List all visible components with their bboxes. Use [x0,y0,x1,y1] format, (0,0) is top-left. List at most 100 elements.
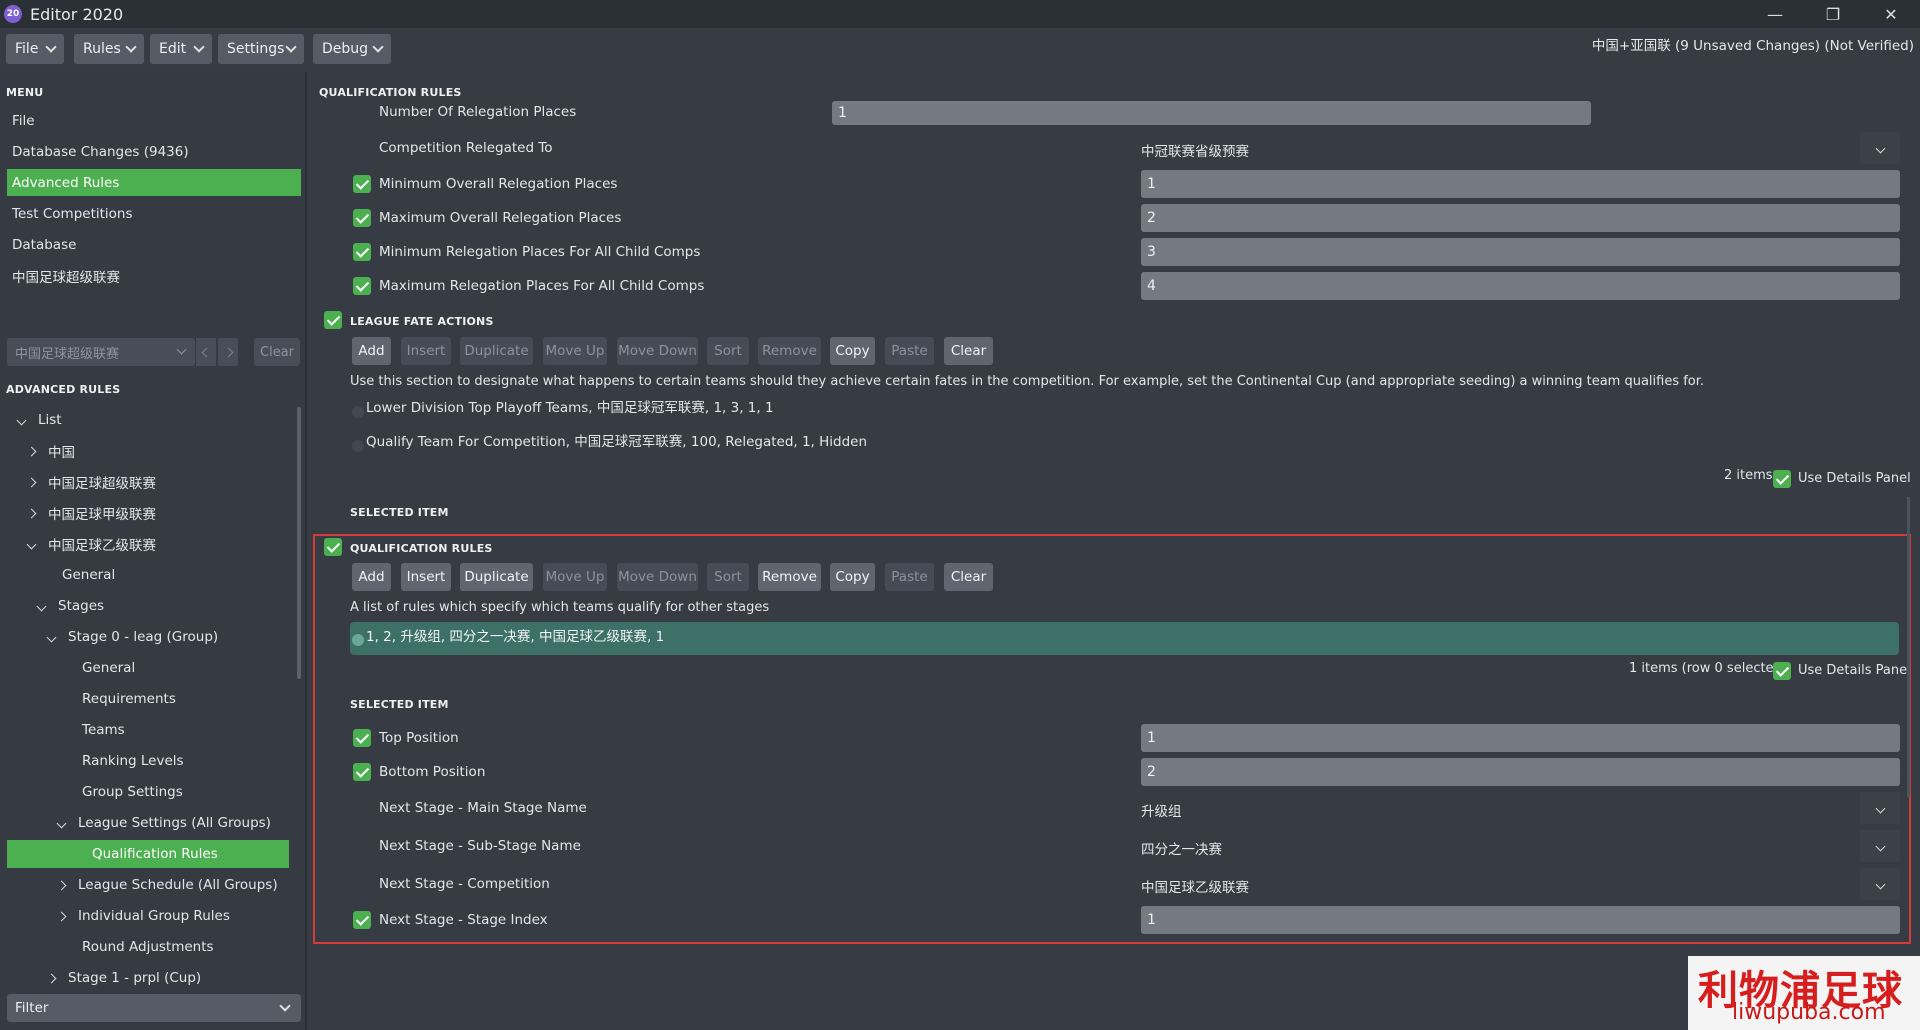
fate-duplicate-button[interactable]: Duplicate [460,337,533,365]
tree-item-list[interactable]: List [14,406,62,434]
fate-sort-button[interactable]: Sort [707,337,749,365]
tree-item-league-settings[interactable]: League Settings (All Groups) [54,809,271,837]
menu-debug[interactable]: Debug [313,34,391,64]
fate-clear-button[interactable]: Clear [944,337,993,365]
min-child-field[interactable]: 3 [1141,238,1900,266]
max-child-field[interactable]: 4 [1141,272,1900,300]
tree-item-stage-1[interactable]: Stage 1 - prpl (Cup) [44,964,201,992]
max-child-label: Maximum Relegation Places For All Child … [379,278,705,294]
fate-copy-button[interactable]: Copy [830,337,875,365]
qual-item-radio[interactable] [352,634,364,646]
tree-label: Ranking Levels [82,753,184,769]
chevron-right-icon [26,477,36,487]
tree-item-stage-0[interactable]: Stage 0 - leag (Group) [44,623,218,651]
fate-insert-button[interactable]: Insert [401,337,451,365]
tree-item-league-schedule[interactable]: League Schedule (All Groups) [54,871,278,899]
close-button[interactable]: ✕ [1862,0,1920,28]
chevron-down-icon [45,41,57,53]
qual-move-up-button[interactable]: Move Up [543,563,607,591]
chevron-right-icon [26,508,36,518]
tree-label: Qualification Rules [92,846,218,862]
chevron-down-icon [125,41,137,53]
tree-item-qualification-rules[interactable]: Qualification Rules [7,840,289,868]
fate-move-up-button[interactable]: Move Up [543,337,607,365]
qual-list-item-selected[interactable]: 1, 2, 升级组, 四分之一决赛, 中国足球乙级联赛, 1 [350,622,1899,655]
chevron-down-icon [372,41,384,53]
min-overall-checkbox[interactable] [353,175,371,193]
competition-selector[interactable]: 中国足球超级联赛 [7,338,195,366]
minimize-button[interactable]: — [1746,0,1804,28]
sidebar-item-database-changes[interactable]: Database Changes (9436) [7,138,301,165]
fate-item-radio[interactable] [352,406,364,418]
stage-index-field[interactable]: 1 [1141,906,1900,934]
qualification-rules-checkbox[interactable] [324,538,342,556]
tree-item-teams[interactable]: Teams [82,716,125,744]
tree-item-general[interactable]: General [62,561,115,589]
top-position-field[interactable]: 1 [1141,724,1900,752]
fate-paste-button[interactable]: Paste [885,337,934,365]
sidebar-clear-button[interactable]: Clear [254,338,300,366]
tree-item-league-one[interactable]: 中国足球甲级联赛 [24,499,156,527]
main-scrollbar[interactable] [1907,497,1910,797]
qual-remove-button[interactable]: Remove [758,563,821,591]
sidebar-item-advanced-rules[interactable]: Advanced Rules [7,169,301,196]
tree-item-super-league[interactable]: 中国足球超级联赛 [24,468,156,496]
min-child-checkbox[interactable] [353,243,371,261]
restore-button[interactable]: ❐ [1804,0,1862,28]
tree-scrollbar[interactable] [297,407,301,679]
sidebar-item-database[interactable]: Database [7,231,301,258]
tree-label: General [62,567,116,583]
main-stage-name-dropdown[interactable] [1860,792,1900,824]
qual-duplicate-button[interactable]: Duplicate [460,563,533,591]
fate-add-button[interactable]: Add [352,337,391,365]
bottom-position-field[interactable]: 2 [1141,758,1900,786]
tree-item-league-two[interactable]: 中国足球乙级联赛 [24,530,156,558]
filter-dropdown[interactable]: Filter [7,994,301,1022]
tree-item-china[interactable]: 中国 [24,437,75,465]
fate-item[interactable]: Lower Division Top Playoff Teams, 中国足球冠军… [366,396,774,416]
qual-clear-button[interactable]: Clear [944,563,993,591]
fate-item-radio[interactable] [352,440,364,452]
qual-sort-button[interactable]: Sort [707,563,749,591]
tree-item-requirements[interactable]: Requirements [82,685,176,713]
menu-file[interactable]: File [6,34,64,64]
fate-move-down-button[interactable]: Move Down [617,337,698,365]
qual-add-button[interactable]: Add [352,563,391,591]
min-overall-field[interactable]: 1 [1141,170,1900,198]
next-competition-dropdown[interactable] [1860,868,1900,900]
prev-button[interactable] [196,338,216,366]
next-button[interactable] [218,338,238,366]
menu-settings[interactable]: Settings [218,34,304,64]
relegation-places-value: 1 [838,105,847,121]
qual-copy-button[interactable]: Copy [830,563,875,591]
fate-item[interactable]: Qualify Team For Competition, 中国足球冠军联赛, … [366,430,867,450]
qual-insert-button[interactable]: Insert [401,563,451,591]
league-fate-checkbox[interactable] [324,311,342,329]
sidebar-item-test-competitions[interactable]: Test Competitions [7,200,301,227]
max-child-checkbox[interactable] [353,277,371,295]
bottom-position-checkbox[interactable] [353,763,371,781]
sidebar-item-file[interactable]: File [7,107,301,134]
tree-item-round-adjustments[interactable]: Round Adjustments [82,933,214,961]
fate-remove-button[interactable]: Remove [758,337,821,365]
tree-item-group-settings[interactable]: Group Settings [82,778,183,806]
competition-relegated-dropdown[interactable] [1860,132,1900,164]
tree-item-stage-general[interactable]: General [82,654,135,682]
max-overall-checkbox[interactable] [353,209,371,227]
qual-move-down-button[interactable]: Move Down [617,563,698,591]
menu-edit[interactable]: Edit [150,34,212,64]
stage-index-checkbox[interactable] [353,911,371,929]
max-overall-field[interactable]: 2 [1141,204,1900,232]
app-icon: 20 [4,5,22,23]
top-position-checkbox[interactable] [353,729,371,747]
tree-item-ranking-levels[interactable]: Ranking Levels [82,747,184,775]
sidebar-item-competition[interactable]: 中国足球超级联赛 [7,262,301,289]
relegation-places-field[interactable]: 1 [832,101,1591,125]
tree-item-individual-group-rules[interactable]: Individual Group Rules [54,902,230,930]
menu-rules[interactable]: Rules [74,34,144,64]
tree-item-stages[interactable]: Stages [34,592,104,620]
sub-stage-name-dropdown[interactable] [1860,830,1900,862]
qual-paste-button[interactable]: Paste [885,563,934,591]
qual-use-details-checkbox[interactable] [1773,662,1791,680]
use-details-checkbox[interactable] [1773,470,1791,488]
